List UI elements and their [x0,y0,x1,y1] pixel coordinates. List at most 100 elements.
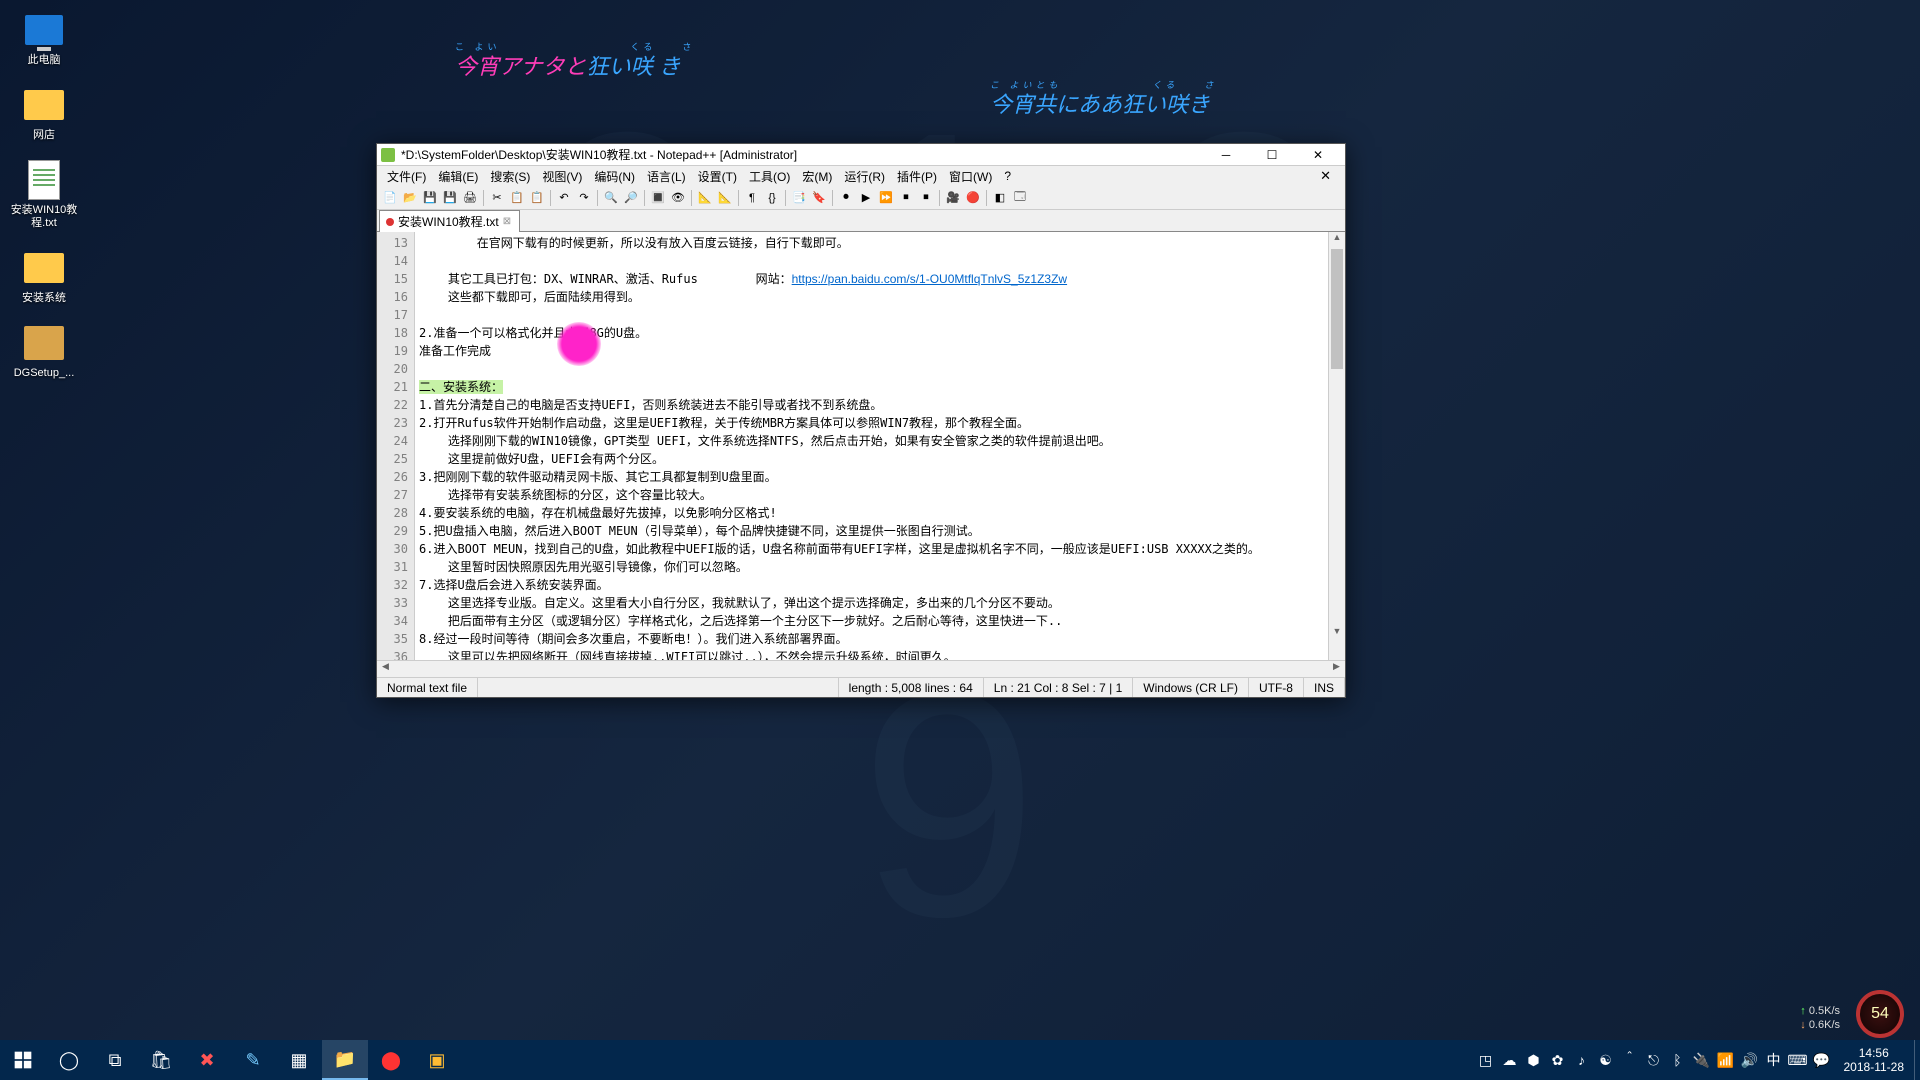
minimize-button[interactable]: ─ [1203,144,1249,166]
toolbar-button[interactable]: 🗔 [1011,189,1029,207]
file-tab[interactable]: 安装WIN10教程.txt ⊠ [379,210,520,232]
tray-icon[interactable]: ◳ [1474,1040,1498,1080]
toolbar-button[interactable]: 🔴 [964,189,982,207]
menu-item[interactable]: 编辑(E) [432,168,484,185]
toolbar-button[interactable]: 📂 [401,189,419,207]
toolbar-button[interactable]: ✂ [488,189,506,207]
taskbar-app-2[interactable]: ✎ [230,1040,276,1080]
status-insert-mode: INS [1304,678,1345,697]
editor-area: 13 14 15 16 17 18 19 20 21 22 23 24 25 2… [377,232,1345,660]
toolbar-button[interactable]: ⏹ [897,189,915,207]
taskbar-app-record[interactable]: ⬤ [368,1040,414,1080]
tray-icon[interactable]: ✿ [1546,1040,1570,1080]
horizontal-scrollbar[interactable]: ◀▶ [377,660,1345,677]
toolbar-button[interactable]: ⏺ [837,189,855,207]
toolbar-button[interactable]: 🔍 [602,189,620,207]
tray-icon[interactable]: ♪ [1570,1040,1594,1080]
tray-icon[interactable]: ⎋ [1642,1040,1666,1080]
status-encoding: UTF-8 [1249,678,1304,697]
menu-bar: 文件(F)编辑(E)搜索(S)视图(V)编码(N)语言(L)设置(T)工具(O)… [377,166,1345,186]
toolbar-button[interactable]: 📐 [716,189,734,207]
toolbar-button[interactable]: 🎥 [944,189,962,207]
toolbar-button[interactable]: ↶ [555,189,573,207]
unsaved-dot-icon [386,218,394,226]
toolbar-button[interactable]: 🖨 [461,189,479,207]
taskbar-app-store[interactable]: 🛍 [138,1040,184,1080]
desktop-icon[interactable]: 此电脑 [6,10,82,67]
desktop-icon[interactable]: 安装WIN10教程.txt [6,160,82,230]
toolbar-button[interactable]: ¶ [743,189,761,207]
taskbar-clock[interactable]: 14:562018-11-28 [1834,1046,1915,1074]
menu-item[interactable]: 视图(V) [536,168,588,185]
menu-item[interactable]: 编码(N) [588,168,641,185]
desktop-icon[interactable]: 安装系统 [6,248,82,305]
tray-power-icon[interactable]: 🔌 [1690,1040,1714,1080]
tray-chevron-up-icon[interactable]: ＾ [1618,1040,1642,1080]
tray-network-icon[interactable]: 📶 [1714,1040,1738,1080]
menu-item[interactable]: 插件(P) [891,168,943,185]
desktop-icon[interactable]: DGSetup_... [6,323,82,380]
menu-item[interactable]: 窗口(W) [943,168,998,185]
menu-close-icon[interactable]: ✕ [1314,168,1337,184]
start-button[interactable] [0,1040,46,1080]
menu-item[interactable]: ? [998,169,1017,183]
text-editor[interactable]: 在官网下载有的时候更新，所以没有放入百度云链接，自行下载即可。 其它工具已打包：… [415,232,1328,660]
tray-keyboard-icon[interactable]: ⌨ [1786,1040,1810,1080]
toolbar-button[interactable]: 📋 [528,189,546,207]
tray-bluetooth-icon[interactable]: ᛒ [1666,1040,1690,1080]
toolbar-button[interactable]: ⏹ [917,189,935,207]
taskbar: ◯ ⧉ 🛍 ✖ ✎ ▦ 📁 ⬤ ▣ ◳ ☁ ⬢ ✿ ♪ ☯ ＾ ⎋ ᛒ 🔌 📶 … [0,1040,1920,1080]
toolbar-button[interactable]: ⏩ [877,189,895,207]
toolbar-button[interactable]: 📄 [381,189,399,207]
menu-item[interactable]: 文件(F) [381,168,432,185]
toolbar-button[interactable]: 📑 [790,189,808,207]
toolbar-button[interactable]: 💾 [421,189,439,207]
cortana-button[interactable]: ◯ [46,1040,92,1080]
toolbar-button[interactable]: 📐 [696,189,714,207]
taskbar-app-5[interactable]: ▣ [414,1040,460,1080]
maximize-button[interactable]: ☐ [1249,144,1295,166]
gauge-widget[interactable]: 54 [1856,990,1904,1038]
tray-icon[interactable]: ☁ [1498,1040,1522,1080]
vertical-scrollbar[interactable]: ▲▼ [1328,232,1345,660]
taskbar-app-3[interactable]: ▦ [276,1040,322,1080]
task-view-button[interactable]: ⧉ [92,1040,138,1080]
wallpaper-phrase-2: こ よいとも くる さ 今宵共にああ狂い咲き [990,78,1217,119]
status-filetype: Normal text file [377,678,478,697]
toolbar: 📄📂💾💾🖨✂📋📋↶↷🔍🔎🔳👁📐📐¶{}📑🔖⏺▶⏩⏹⏹🎥🔴◧🗔 [377,186,1345,210]
notepadpp-window: *D:\SystemFolder\Desktop\安装WIN10教程.txt -… [376,143,1346,698]
window-title: *D:\SystemFolder\Desktop\安装WIN10教程.txt -… [401,146,1203,163]
toolbar-button[interactable]: 💾 [441,189,459,207]
netspeed-widget[interactable]: 0.5K/s 0.6K/s [1800,1004,1840,1032]
menu-item[interactable]: 工具(O) [743,168,796,185]
titlebar[interactable]: *D:\SystemFolder\Desktop\安装WIN10教程.txt -… [377,144,1345,166]
show-desktop-button[interactable] [1914,1040,1920,1080]
taskbar-app-1[interactable]: ✖ [184,1040,230,1080]
status-eol: Windows (CR LF) [1133,678,1249,697]
tray-ime-icon[interactable]: 中 [1762,1040,1786,1080]
tray-icon[interactable]: ⬢ [1522,1040,1546,1080]
tray-volume-icon[interactable]: 🔊 [1738,1040,1762,1080]
close-button[interactable]: ✕ [1295,144,1341,166]
tab-close-icon[interactable]: ⊠ [503,216,511,227]
toolbar-button[interactable]: 📋 [508,189,526,207]
menu-item[interactable]: 运行(R) [838,168,891,185]
taskbar-app-explorer[interactable]: 📁 [322,1040,368,1080]
toolbar-button[interactable]: ▶ [857,189,875,207]
toolbar-button[interactable]: 👁 [669,189,687,207]
toolbar-button[interactable]: 🔖 [810,189,828,207]
system-tray: ◳ ☁ ⬢ ✿ ♪ ☯ ＾ ⎋ ᛒ 🔌 📶 🔊 中 ⌨ 💬 14:562018-… [1474,1040,1920,1080]
tray-notification-icon[interactable]: 💬 [1810,1040,1834,1080]
toolbar-button[interactable]: 🔳 [649,189,667,207]
menu-item[interactable]: 宏(M) [796,168,838,185]
menu-item[interactable]: 设置(T) [692,168,743,185]
toolbar-button[interactable]: ◧ [991,189,1009,207]
menu-item[interactable]: 语言(L) [641,168,692,185]
toolbar-button[interactable]: {} [763,189,781,207]
wallpaper-phrase-1: こ よい くる さ 今宵アナタと狂い咲 き [455,40,695,81]
tray-icon[interactable]: ☯ [1594,1040,1618,1080]
toolbar-button[interactable]: ↷ [575,189,593,207]
menu-item[interactable]: 搜索(S) [484,168,536,185]
desktop-icon[interactable]: 网店 [6,85,82,142]
toolbar-button[interactable]: 🔎 [622,189,640,207]
